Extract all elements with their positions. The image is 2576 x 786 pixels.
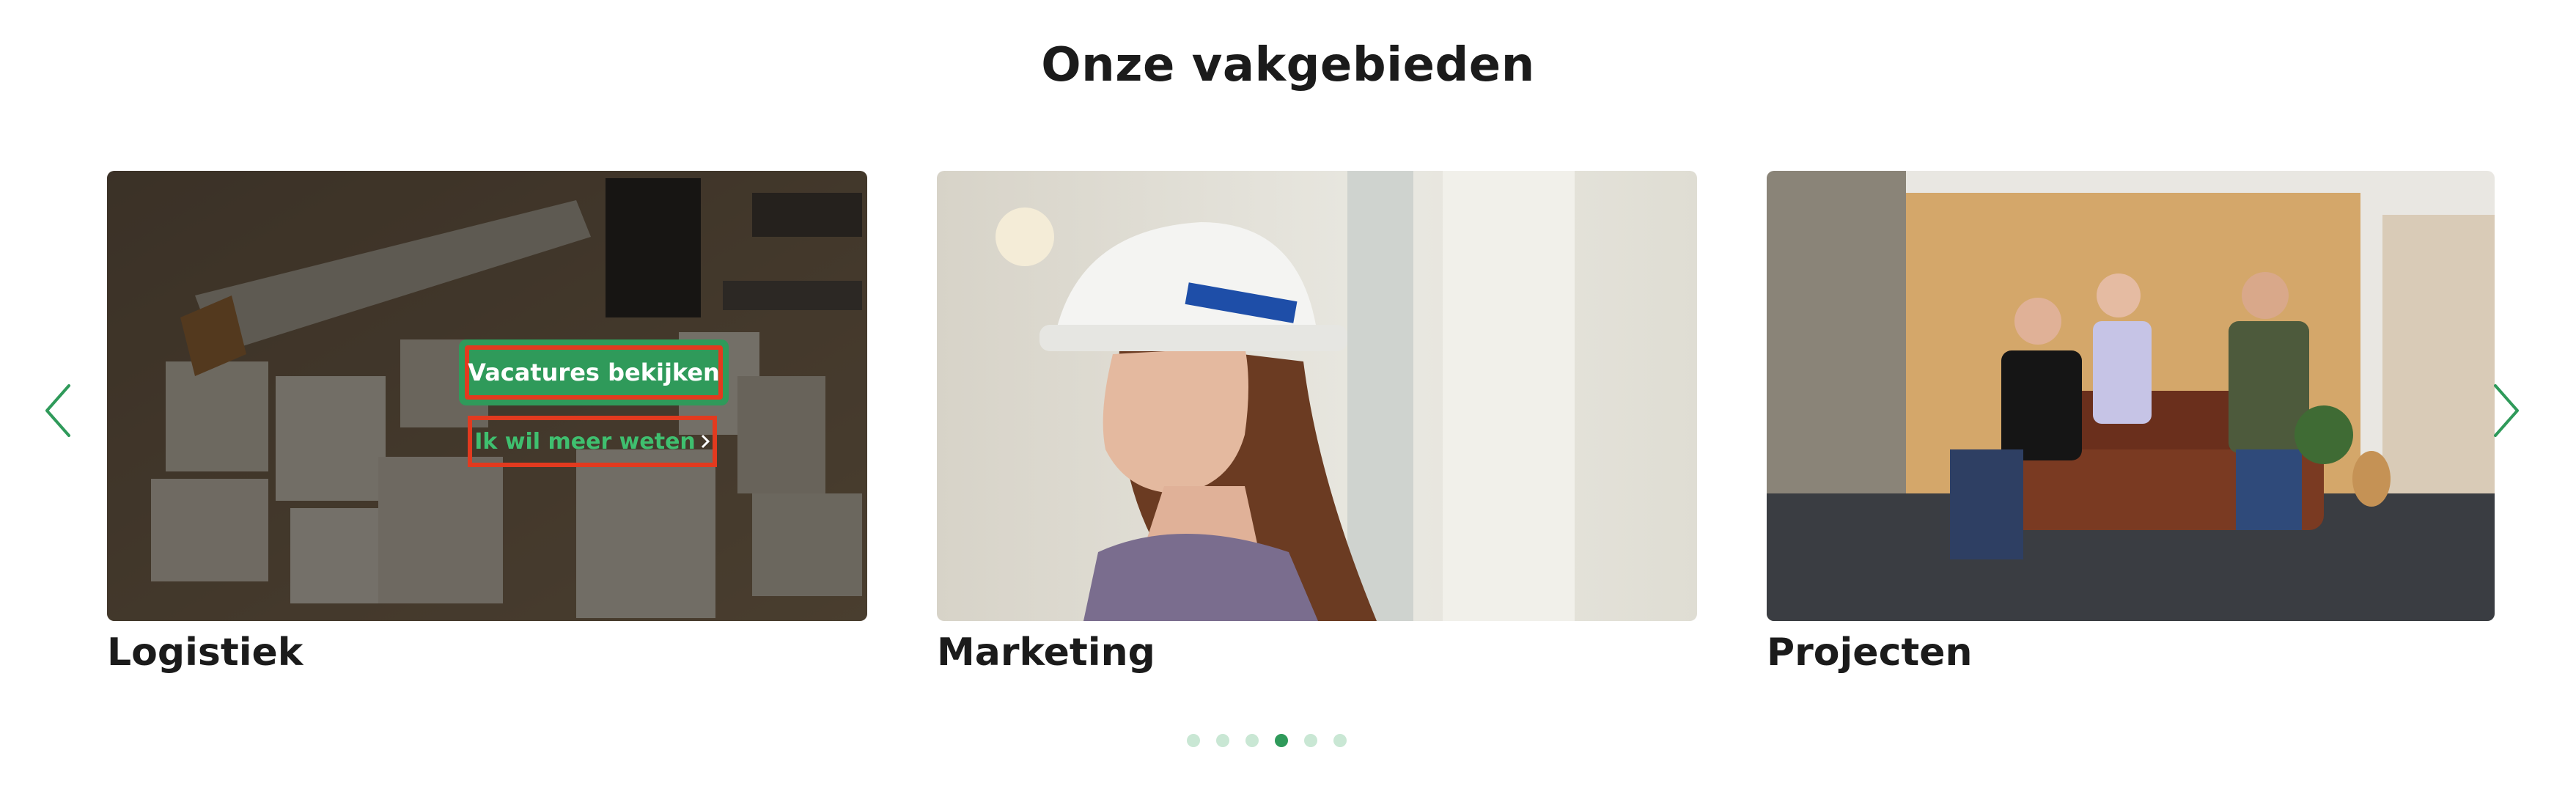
pagination-dot[interactable] xyxy=(1333,734,1347,747)
vacatures-bekijken-button[interactable]: Vacatures bekijken xyxy=(459,339,729,405)
card-label-logistiek[interactable]: Logistiek xyxy=(107,631,303,675)
chevron-right-icon[interactable] xyxy=(2487,381,2523,440)
meer-weten-label: Ik wil meer weten xyxy=(474,428,696,455)
pagination-dot[interactable] xyxy=(1245,734,1259,747)
pagination-dot-active[interactable] xyxy=(1275,734,1288,747)
card-projecten[interactable] xyxy=(1767,171,2495,621)
chevron-right-small-icon xyxy=(701,434,710,449)
card-label-projecten[interactable]: Projecten xyxy=(1767,631,1973,675)
card-image-marketing xyxy=(937,171,1697,621)
card-label-marketing[interactable]: Marketing xyxy=(937,631,1155,675)
pagination-dot[interactable] xyxy=(1304,734,1317,747)
card-image-projecten xyxy=(1767,171,2495,621)
vacatures-bekijken-label: Vacatures bekijken xyxy=(468,359,720,386)
card-logistiek[interactable]: Vacatures bekijken Ik wil meer weten xyxy=(107,171,867,621)
chevron-left-icon[interactable] xyxy=(41,381,78,440)
section-title: Onze vakgebieden xyxy=(1041,38,1535,92)
pagination-dot[interactable] xyxy=(1216,734,1229,747)
card-marketing[interactable] xyxy=(937,171,1697,621)
pagination-dot[interactable] xyxy=(1187,734,1200,747)
meer-weten-link[interactable]: Ik wil meer weten xyxy=(468,416,717,467)
